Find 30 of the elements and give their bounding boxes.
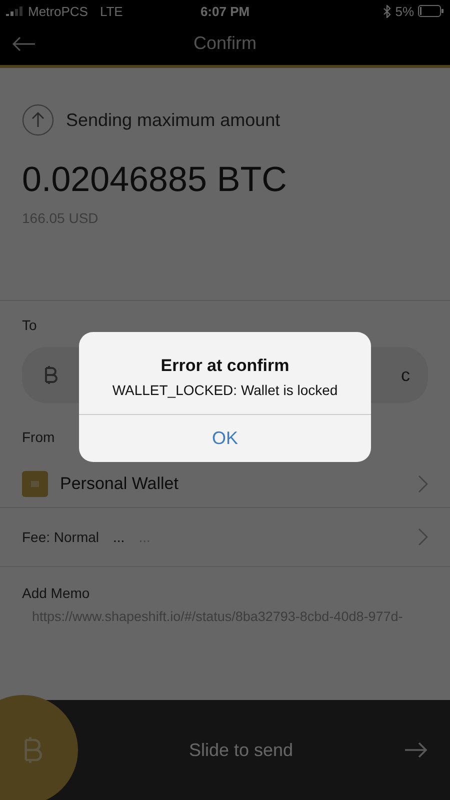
alert-message: WALLET_LOCKED: Wallet is locked xyxy=(112,382,338,398)
wallet-name[interactable]: Personal Wallet xyxy=(60,474,418,494)
battery-icon xyxy=(418,5,444,17)
memo-label: Add Memo xyxy=(22,585,90,601)
signal-icon xyxy=(6,6,24,16)
sending-label: Sending maximum amount xyxy=(66,110,280,130)
chevron-right-icon xyxy=(418,475,428,493)
fee-label: Fee: Normal xyxy=(22,529,100,545)
clock-time: 6:07 PM xyxy=(200,4,250,18)
amount-unit: BTC xyxy=(216,160,287,200)
screen-title: Confirm xyxy=(192,33,258,54)
fee-value: ... xyxy=(113,529,125,545)
bluetooth-icon xyxy=(383,4,392,18)
amount-value: 0.02046885 xyxy=(22,160,207,200)
network-type: LTE xyxy=(100,4,123,18)
wallet-icon xyxy=(22,471,48,497)
back-arrow-icon[interactable] xyxy=(12,36,36,52)
alert-title: Error at confirm xyxy=(160,356,290,376)
ok-button[interactable]: OK xyxy=(79,414,371,462)
to-label: To xyxy=(22,317,37,333)
up-arrow-circle-icon xyxy=(22,104,54,136)
carrier-name: MetroPCS xyxy=(28,4,88,18)
fee-fiat-value: ... xyxy=(138,529,150,545)
chevron-right-icon xyxy=(418,528,428,546)
right-arrow-icon xyxy=(404,741,428,759)
battery-percent: 5% xyxy=(395,4,414,18)
bitcoin-icon xyxy=(44,365,58,385)
slide-to-send-label: Slide to send xyxy=(188,740,294,760)
from-label: From xyxy=(22,429,55,445)
bitcoin-icon xyxy=(23,735,43,765)
